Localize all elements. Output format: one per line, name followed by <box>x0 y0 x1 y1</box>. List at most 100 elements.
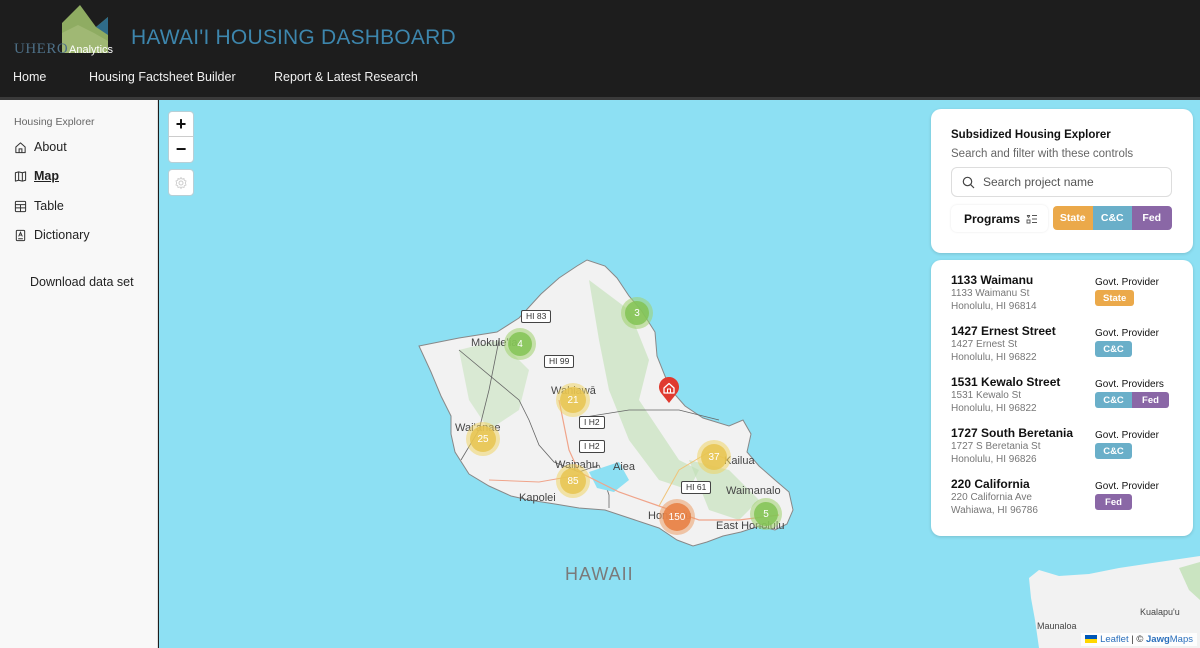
listing-city: Honolulu, HI 96814 <box>951 301 1037 312</box>
sidebar-item-dictionary[interactable]: Dictionary <box>14 228 90 242</box>
sidebar-item-label: About <box>34 140 67 154</box>
listing-provider-label: Govt. Providers <box>1095 379 1164 390</box>
program-toggle-state[interactable]: State <box>1053 206 1093 230</box>
badge-cc: C&C <box>1095 443 1132 459</box>
home-icon <box>15 141 26 153</box>
listing-name: 1427 Ernest Street <box>951 324 1056 338</box>
place-label: Aiea <box>613 461 636 473</box>
dictionary-icon <box>15 229 26 241</box>
map-cluster[interactable]: 37 <box>697 440 731 474</box>
listing-name: 1133 Waimanu <box>951 273 1034 287</box>
map-cluster[interactable]: 25 <box>466 422 500 456</box>
sidebar: Housing Explorer About Map Table Diction… <box>0 100 158 648</box>
ukraine-flag-icon <box>1085 635 1098 644</box>
sidebar-item-table[interactable]: Table <box>14 199 64 213</box>
road-shield: I H2 <box>579 440 605 453</box>
zoom-in-button[interactable]: + <box>169 112 193 137</box>
gear-icon <box>175 176 187 189</box>
list-item[interactable]: 1133 Waimanu 1133 Waimanu St Honolulu, H… <box>951 273 1181 323</box>
place-label: Kualapu'u <box>1140 607 1180 617</box>
sidebar-heading: Housing Explorer <box>14 116 95 128</box>
listing-street: 1133 Waimanu St <box>951 288 1030 299</box>
filter-panel-subtitle: Search and filter with these controls <box>951 148 1134 160</box>
listing-provider-label: Govt. Provider <box>1095 430 1159 441</box>
badge-fed: Fed <box>1132 392 1169 408</box>
search-icon <box>962 176 975 188</box>
listings-panel[interactable]: 1133 Waimanu 1133 Waimanu St Honolulu, H… <box>931 260 1193 536</box>
map-view[interactable]: Mokuleʻia Wahiawā Waiʻanae Waipahu Aiea … <box>159 100 1200 648</box>
listing-provider-label: Govt. Provider <box>1095 328 1159 339</box>
list-item[interactable]: 220 California 220 California Ave Wahiaw… <box>951 477 1181 527</box>
map-cluster[interactable]: 4 <box>504 328 536 360</box>
filter-list-icon <box>1026 214 1038 223</box>
road-shield: I H2 <box>579 416 605 429</box>
map-icon <box>14 170 27 182</box>
map-cluster[interactable]: 3 <box>621 297 653 329</box>
housing-marker-icon[interactable] <box>658 376 680 404</box>
jawg-maps-link[interactable]: JawgMaps <box>1146 634 1193 645</box>
map-cluster[interactable]: 5 <box>750 498 782 530</box>
zoom-control: + − <box>168 111 194 163</box>
listing-city: Wahiawa, HI 96786 <box>951 505 1038 516</box>
nav-report-research[interactable]: Report & Latest Research <box>274 70 418 84</box>
programs-filter-button[interactable]: Programs <box>951 205 1048 232</box>
place-label: Kapolei <box>519 492 556 504</box>
sidebar-item-about[interactable]: About <box>14 140 67 154</box>
map-cluster[interactable]: 21 <box>556 383 590 417</box>
listing-badges: Fed <box>1095 494 1132 510</box>
sidebar-item-label: Table <box>34 199 64 213</box>
uhero-analytics-logo[interactable]: UHERO Analytics <box>6 5 113 57</box>
listing-street: 1727 S Beretania St <box>951 441 1041 452</box>
program-segmented-control: State C&C Fed <box>1053 206 1172 230</box>
filter-panel: Subsidized Housing Explorer Search and f… <box>931 109 1193 253</box>
listing-street: 1427 Ernest St <box>951 339 1018 350</box>
leaflet-link[interactable]: Leaflet <box>1100 634 1129 645</box>
badge-cc: C&C <box>1095 341 1132 357</box>
programs-label: Programs <box>964 211 1021 226</box>
listing-street: 220 California Ave <box>951 492 1032 503</box>
road-shield: HI 61 <box>681 481 712 494</box>
listing-provider-label: Govt. Provider <box>1095 277 1159 288</box>
jawg-rest: Maps <box>1169 634 1193 645</box>
place-label: Waimanalo <box>726 485 781 497</box>
sidebar-item-map[interactable]: Map <box>14 169 59 183</box>
sidebar-item-label: Map <box>34 169 59 183</box>
listing-badges: State <box>1095 290 1135 306</box>
search-input[interactable] <box>983 175 1163 189</box>
copyright-symbol: © <box>1136 634 1144 645</box>
zoom-out-button[interactable]: − <box>169 137 193 162</box>
badge-fed: Fed <box>1095 494 1132 510</box>
sidebar-item-label: Dictionary <box>34 228 90 242</box>
nav-home[interactable]: Home <box>13 70 46 84</box>
nav-factsheet-builder[interactable]: Housing Factsheet Builder <box>89 70 236 84</box>
list-item[interactable]: 1531 Kewalo Street 1531 Kewalo St Honolu… <box>951 375 1181 425</box>
jawg-bold: Jawg <box>1146 634 1170 645</box>
listing-badges: C&C Fed <box>1095 392 1169 408</box>
listing-name: 1727 South Beretania <box>951 426 1074 440</box>
table-icon <box>14 200 27 212</box>
map-settings-button[interactable] <box>168 169 194 196</box>
listing-name: 220 California <box>951 477 1030 491</box>
region-label: HAWAII <box>565 564 634 584</box>
listing-street: 1531 Kewalo St <box>951 390 1022 401</box>
badge-state: State <box>1095 290 1135 306</box>
listing-city: Honolulu, HI 96826 <box>951 454 1037 465</box>
badge-cc: C&C <box>1095 392 1132 408</box>
listing-name: 1531 Kewalo Street <box>951 375 1061 389</box>
listing-city: Honolulu, HI 96822 <box>951 403 1037 414</box>
listing-badges: C&C <box>1095 341 1132 357</box>
logo-uhero-text: UHERO <box>14 41 69 57</box>
download-dataset-link[interactable]: Download data set <box>30 275 134 289</box>
search-field[interactable] <box>951 167 1172 197</box>
map-cluster[interactable]: 150 <box>659 499 695 535</box>
map-cluster[interactable]: 85 <box>556 464 590 498</box>
list-item[interactable]: 1727 South Beretania 1727 S Beretania St… <box>951 426 1181 476</box>
attribution-separator: | <box>1131 634 1134 645</box>
listing-provider-label: Govt. Provider <box>1095 481 1159 492</box>
list-item[interactable]: 1427 Ernest Street 1427 Ernest St Honolu… <box>951 324 1181 374</box>
program-toggle-cc[interactable]: C&C <box>1092 206 1132 230</box>
top-bar: UHERO Analytics HAWAI'I HOUSING DASHBOAR… <box>0 0 1200 100</box>
program-toggle-fed[interactable]: Fed <box>1132 206 1172 230</box>
filter-panel-title: Subsidized Housing Explorer <box>951 129 1111 141</box>
place-label: Maunaloa <box>1037 621 1077 631</box>
